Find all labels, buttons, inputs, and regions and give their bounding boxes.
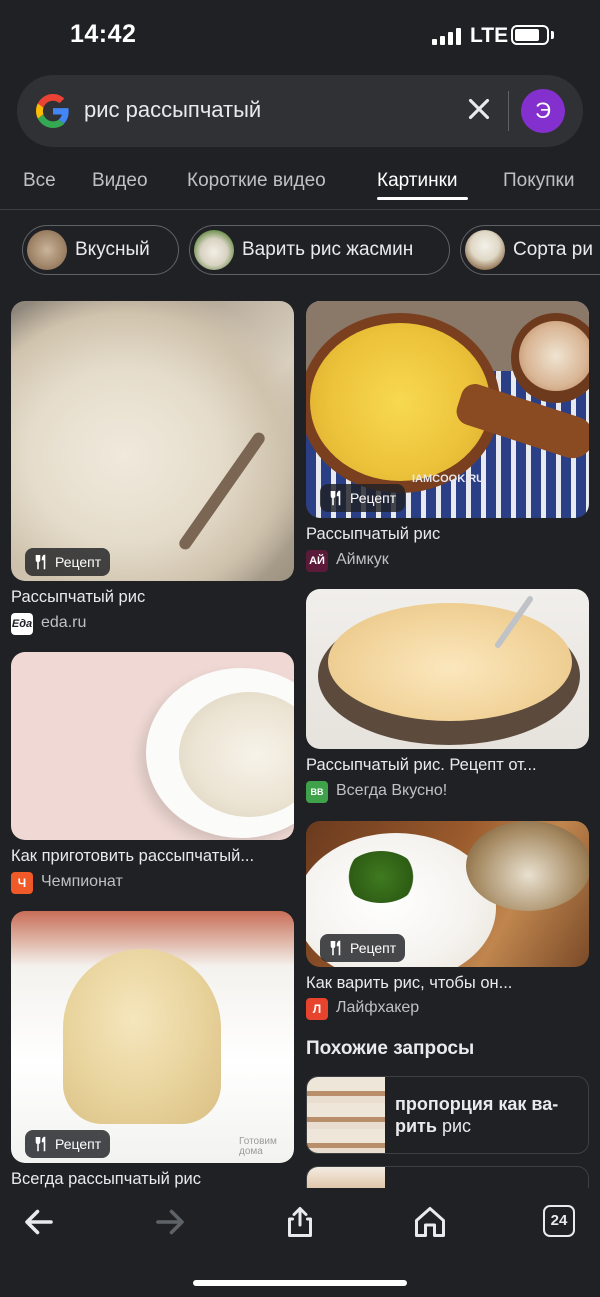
result-card[interactable]: Как приготовить рассыпчатый... Ч Чемпион… xyxy=(11,652,294,897)
image-watermark: Готовим дома xyxy=(239,1136,277,1157)
result-card[interactable]: Рассыпчатый рис. Рецепт от... ВВ Всегда … xyxy=(306,589,589,805)
related-thumbnail xyxy=(307,1077,385,1153)
tab-all[interactable]: Все xyxy=(23,170,56,192)
eda-favicon-icon: Eда xyxy=(11,613,33,635)
recipe-badge: Рецепт xyxy=(25,548,111,576)
search-tabs: Все Видео Короткие видео Картинки Покупк… xyxy=(0,160,600,210)
result-image: Рецепт xyxy=(11,301,294,581)
iamcook-favicon-icon: АЙ xyxy=(306,550,328,572)
result-source: Ч Чемпионат xyxy=(11,872,294,894)
result-card[interactable]: Рецепт Как варить рис, чтобы он... Л Лай… xyxy=(306,821,589,1021)
share-icon[interactable] xyxy=(282,1204,318,1240)
chip-label: Сорта ри xyxy=(513,239,593,260)
badge-label: Рецепт xyxy=(55,554,102,570)
battery-tip xyxy=(551,31,554,39)
related-bold-part: пропорция как ва-рить xyxy=(395,1094,559,1136)
parsley-shape xyxy=(344,851,418,903)
signal-icon xyxy=(432,28,462,45)
tab-shopping[interactable]: Покупки xyxy=(503,170,574,192)
lifehacker-favicon-icon: Л xyxy=(306,998,328,1020)
utensils-icon xyxy=(330,940,341,956)
utensils-icon xyxy=(330,490,341,506)
chip-label: Вкусный xyxy=(75,239,150,260)
result-image xyxy=(306,589,589,749)
back-arrow-icon[interactable] xyxy=(21,1204,57,1240)
suggestion-chips: Вкусный Варить рис жасмин Сорта ри xyxy=(0,225,600,277)
related-search-item[interactable]: пропорция как ва-рить рис xyxy=(306,1076,589,1154)
tab-images[interactable]: Картинки xyxy=(377,170,458,192)
recipe-badge: Рецепт xyxy=(25,1130,111,1158)
chip-varieties[interactable]: Сорта ри xyxy=(460,225,600,275)
spoon-shape xyxy=(176,430,268,552)
status-time: 14:42 xyxy=(70,20,137,48)
tab-short-video[interactable]: Короткие видео xyxy=(187,170,326,192)
search-input[interactable]: рис рассыпчатый xyxy=(84,97,261,123)
rice-shape xyxy=(328,603,572,721)
result-image: IAMCOOK.RU Рецепт xyxy=(306,301,589,518)
rice-dome-shape xyxy=(63,949,221,1124)
result-card[interactable]: Рецепт Рассыпчатый рис Eда eda.ru xyxy=(11,301,294,636)
result-image: Рецепт xyxy=(306,821,589,967)
tabs-count-button[interactable]: 24 xyxy=(543,1205,575,1237)
battery-icon xyxy=(511,25,549,45)
recipe-badge: Рецепт xyxy=(320,484,406,512)
home-icon[interactable] xyxy=(412,1204,448,1240)
side-bowl-shape xyxy=(466,821,589,911)
avatar[interactable]: Э xyxy=(521,89,565,133)
status-bar: 14:42 LTE xyxy=(0,0,600,70)
result-title: Рассыпчатый рис xyxy=(306,525,441,543)
image-watermark: IAMCOOK.RU xyxy=(412,473,485,485)
chip-thumbnail xyxy=(465,230,505,270)
source-name: Аймкук xyxy=(336,551,389,568)
forward-arrow-icon[interactable] xyxy=(152,1204,188,1240)
badge-label: Рецепт xyxy=(350,940,397,956)
search-divider xyxy=(508,91,509,131)
source-name: Чемпионат xyxy=(41,873,123,890)
recipe-badge: Рецепт xyxy=(320,934,406,962)
tab-video[interactable]: Видео xyxy=(92,170,148,192)
utensils-icon xyxy=(35,1136,46,1152)
result-title: Как варить рис, чтобы он... xyxy=(306,974,513,992)
search-bar[interactable]: рис рассыпчатый Э xyxy=(17,75,583,147)
chip-thumbnail xyxy=(194,230,234,270)
active-tab-indicator xyxy=(377,197,468,200)
result-title: Рассыпчатый рис. Рецепт от... xyxy=(306,756,537,774)
side-dish-shape xyxy=(519,321,589,391)
bottom-toolbar: 24 xyxy=(0,1188,600,1297)
result-source: Eда eda.ru xyxy=(11,613,294,635)
chip-tasty[interactable]: Вкусный xyxy=(22,225,179,275)
badge-label: Рецепт xyxy=(55,1136,102,1152)
result-title: Как приготовить рассыпчатый... xyxy=(11,847,255,865)
source-name: eda.ru xyxy=(41,614,87,631)
source-name: Лайфхакер xyxy=(336,999,420,1016)
badge-label: Рецепт xyxy=(350,490,397,506)
chip-thumbnail xyxy=(27,230,67,270)
result-image xyxy=(11,652,294,840)
vsegda-vkusno-favicon-icon: ВВ xyxy=(306,781,328,803)
network-label: LTE xyxy=(470,24,509,47)
chip-label: Варить рис жасмин xyxy=(242,239,414,260)
source-name: Всегда Вкусно! xyxy=(336,782,448,799)
related-search-text: пропорция как ва-рить рис xyxy=(395,1093,581,1137)
result-source: Л Лайфхакер xyxy=(306,998,589,1020)
result-source: АЙ Аймкук xyxy=(306,550,589,572)
utensils-icon xyxy=(35,554,46,570)
home-indicator xyxy=(193,1280,407,1286)
close-icon[interactable] xyxy=(462,92,496,126)
result-title: Всегда рассыпчатый рис xyxy=(11,1170,202,1188)
result-card[interactable]: Рецепт Готовим дома Всегда рассыпчатый р… xyxy=(11,911,294,1191)
result-card[interactable]: IAMCOOK.RU Рецепт Рассыпчатый рис АЙ Айм… xyxy=(306,301,589,573)
result-image: Рецепт Готовим дома xyxy=(11,911,294,1163)
google-logo-icon xyxy=(36,94,69,128)
chip-jasmine[interactable]: Варить рис жасмин xyxy=(189,225,450,275)
result-source: ВВ Всегда Вкусно! xyxy=(306,781,589,803)
championat-favicon-icon: Ч xyxy=(11,872,33,894)
related-normal-part: рис xyxy=(441,1116,472,1136)
related-searches-heading: Похожие запросы xyxy=(306,1038,475,1059)
result-title: Рассыпчатый рис xyxy=(11,588,146,606)
